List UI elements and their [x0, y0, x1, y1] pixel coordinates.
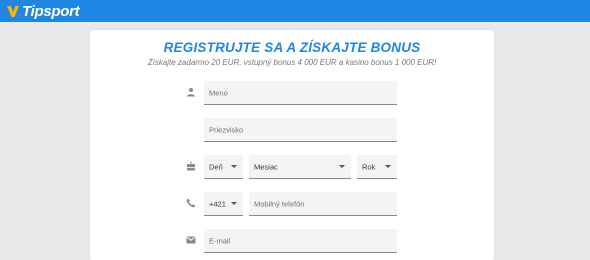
- chevron-down-icon: [231, 164, 237, 168]
- birth-month-value: Mesiac: [254, 162, 278, 171]
- last-name-input[interactable]: Priezvisko: [204, 118, 397, 142]
- mobile-phone-placeholder: Mobilný telefón: [254, 199, 305, 208]
- chevron-down-icon: [385, 164, 391, 168]
- first-name-placeholder: Meno: [209, 88, 228, 97]
- tipsport-v-logo-icon: [7, 6, 19, 17]
- email-input[interactable]: E-mail: [204, 229, 397, 253]
- birth-day-value: Deň: [209, 162, 223, 171]
- birth-month-select[interactable]: Mesiac: [249, 155, 351, 179]
- person-icon: [187, 88, 195, 97]
- first-name-input[interactable]: Meno: [204, 81, 397, 105]
- mobile-phone-input[interactable]: Mobilný telefón: [249, 192, 397, 216]
- email-icon: [186, 236, 196, 244]
- phone-prefix-select[interactable]: +421: [204, 192, 243, 216]
- registration-title: REGISTRUJTE SA A ZÍSKAJTE BONUS: [163, 40, 421, 55]
- registration-card: REGISTRUJTE SA A ZÍSKAJTE BONUS Získajte…: [90, 30, 494, 260]
- registration-subtitle: Získajte zadarmo 20 EUR, vstupný bonus 4…: [147, 58, 437, 67]
- birth-year-value: Rok: [362, 162, 376, 171]
- brand-name: Tipsport: [22, 2, 80, 20]
- tipsport-logo[interactable]: Tipsport: [6, 2, 80, 20]
- birthday-cake-icon: [187, 161, 195, 171]
- birth-day-select[interactable]: Deň: [204, 155, 243, 179]
- last-name-placeholder: Priezvisko: [209, 125, 244, 134]
- chevron-down-icon: [231, 201, 237, 205]
- birth-year-select[interactable]: Rok: [357, 155, 397, 179]
- top-navigation-bar: Tipsport: [0, 0, 590, 22]
- chevron-down-icon: [339, 164, 345, 168]
- phone-prefix-value: +421: [209, 199, 226, 208]
- email-placeholder: E-mail: [209, 236, 231, 245]
- phone-icon: [186, 198, 196, 208]
